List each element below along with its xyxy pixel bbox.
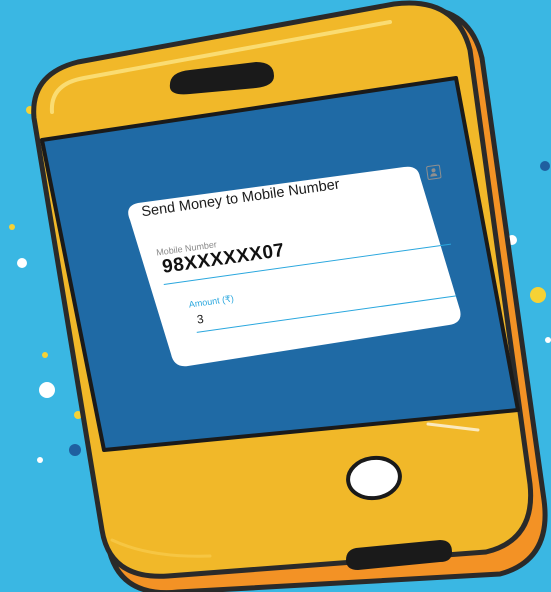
amount-field[interactable]: 3 bbox=[196, 312, 205, 327]
form-title: Send Money to Mobile Number bbox=[140, 176, 341, 221]
contact-book-icon[interactable] bbox=[425, 164, 442, 181]
amount-label: Amount (₹) bbox=[188, 293, 235, 310]
